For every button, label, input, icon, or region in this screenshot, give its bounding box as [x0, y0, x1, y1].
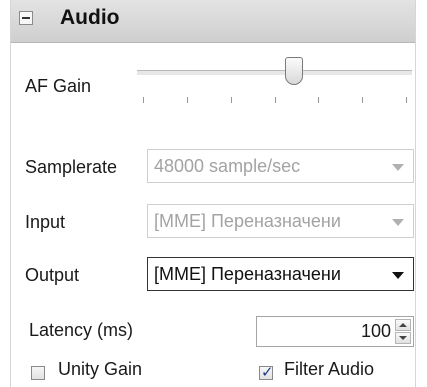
- audio-panel: Audio AF Gain Samplerate 48000 sample/se…: [10, 0, 416, 387]
- latency-input[interactable]: 100: [256, 316, 414, 347]
- audio-panel-header[interactable]: Audio: [11, 0, 415, 43]
- slider-tick: [143, 97, 144, 103]
- samplerate-value: 48000 sample/sec: [154, 156, 301, 176]
- slider-tick: [186, 97, 188, 103]
- af-gain-label: AF Gain: [25, 76, 92, 96]
- chevron-down-icon: [392, 164, 404, 171]
- unity-gain-checkbox[interactable]: [31, 366, 45, 380]
- input-label: Input: [25, 212, 66, 232]
- spin-down-icon[interactable]: [395, 332, 411, 344]
- af-gain-slider-track[interactable]: [137, 70, 412, 76]
- chevron-down-icon: [392, 219, 404, 226]
- spin-up-icon[interactable]: [395, 319, 411, 331]
- filter-audio-checkbox[interactable]: ✓: [259, 364, 274, 381]
- slider-tick: [362, 97, 364, 103]
- slider-tick: [406, 97, 407, 103]
- slider-tick: [230, 97, 232, 103]
- latency-spinner[interactable]: [395, 319, 411, 344]
- output-device-value: [MME] Переназначени: [154, 264, 341, 284]
- filter-audio-label[interactable]: Filter Audio: [284, 359, 374, 380]
- input-device-select: [MME] Переназначени: [147, 204, 414, 238]
- slider-tick: [274, 97, 276, 103]
- panel-title: Audio: [60, 6, 120, 29]
- output-label: Output: [25, 265, 80, 285]
- samplerate-label: Samplerate: [25, 157, 118, 177]
- checkmark-icon: ✓: [261, 364, 274, 381]
- unity-gain-label[interactable]: Unity Gain: [58, 359, 142, 380]
- chevron-down-icon[interactable]: [392, 272, 404, 279]
- output-device-select[interactable]: [MME] Переназначени: [147, 257, 414, 291]
- latency-value[interactable]: 100: [361, 321, 391, 342]
- latency-label: Latency (ms): [29, 320, 134, 340]
- slider-tick: [318, 97, 320, 103]
- collapse-icon[interactable]: [19, 11, 33, 25]
- af-gain-slider-thumb[interactable]: [284, 57, 303, 85]
- input-device-value: [MME] Переназначени: [154, 211, 341, 231]
- samplerate-select: 48000 sample/sec: [147, 149, 414, 183]
